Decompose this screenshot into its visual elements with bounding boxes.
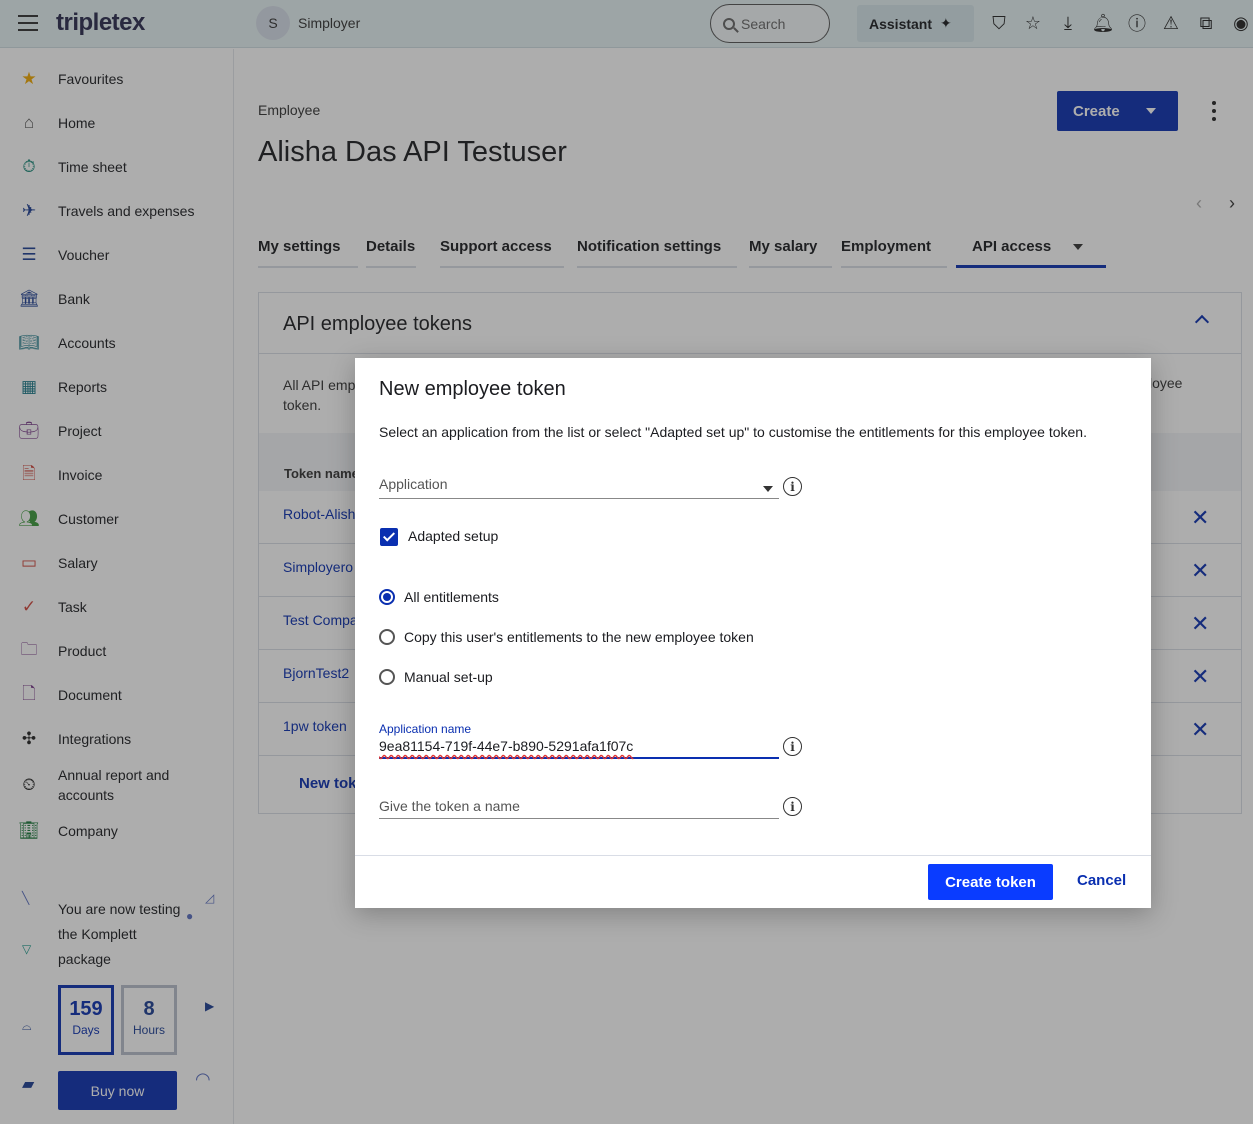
- adapted-setup-label: Adapted setup: [408, 528, 499, 544]
- application-name-label: Application name: [379, 722, 472, 736]
- copy-entitlements-label: Copy this user's entitlements to the new…: [404, 629, 754, 645]
- divider: [355, 855, 1151, 856]
- application-label: Application: [379, 476, 448, 492]
- info-icon[interactable]: i: [783, 797, 802, 816]
- application-select[interactable]: Application: [379, 476, 779, 499]
- radio-all-entitlements[interactable]: [379, 589, 395, 605]
- cancel-button[interactable]: Cancel: [1077, 872, 1126, 889]
- chevron-down-icon: [763, 486, 773, 492]
- dialog-description: Select an application from the list or s…: [379, 424, 1087, 440]
- adapted-setup-checkbox[interactable]: [380, 528, 398, 546]
- token-name-field[interactable]: Give the token a name: [379, 798, 779, 819]
- application-name-value: 9ea81154-719f-44e7-b890-5291afa1f07c: [379, 738, 634, 754]
- info-icon[interactable]: i: [783, 477, 802, 496]
- all-entitlements-label: All entitlements: [404, 589, 499, 605]
- manual-setup-label: Manual set-up: [404, 669, 493, 685]
- create-token-button[interactable]: Create token: [928, 864, 1053, 900]
- info-icon[interactable]: i: [783, 737, 802, 756]
- new-token-dialog: New employee token Select an application…: [355, 358, 1151, 908]
- application-name-field[interactable]: 9ea81154-719f-44e7-b890-5291afa1f07c: [379, 738, 779, 759]
- token-name-placeholder: Give the token a name: [379, 798, 520, 814]
- radio-copy-entitlements[interactable]: [379, 629, 395, 645]
- dialog-title: New employee token: [379, 378, 566, 400]
- radio-manual-setup[interactable]: [379, 669, 395, 685]
